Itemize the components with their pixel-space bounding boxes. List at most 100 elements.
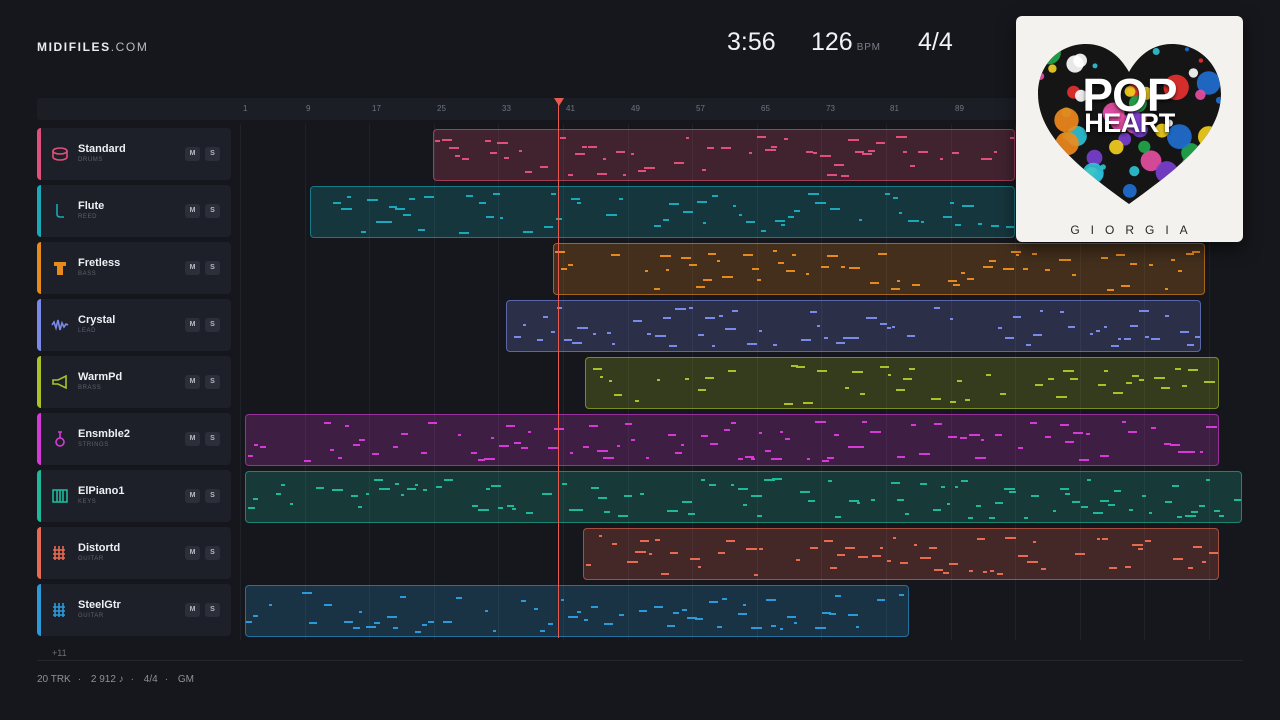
- midi-note: [361, 231, 366, 233]
- midi-note: [933, 509, 941, 511]
- midi-note: [1104, 370, 1108, 372]
- midi-note: [1060, 311, 1064, 313]
- track-header-elpiano1[interactable]: ElPiano1 KEYS M S: [37, 470, 231, 522]
- midi-clip-fretless[interactable]: [553, 243, 1205, 295]
- mute-button[interactable]: M: [185, 318, 200, 332]
- midi-note: [583, 446, 589, 448]
- solo-button[interactable]: S: [205, 432, 220, 446]
- paint-splatter: [1187, 190, 1197, 201]
- midi-note: [1013, 316, 1021, 318]
- midi-clip-warmpd[interactable]: [585, 357, 1219, 409]
- midi-note: [1193, 546, 1202, 548]
- playhead-handle[interactable]: [554, 98, 564, 106]
- midi-note: [785, 438, 790, 440]
- midi-note: [1072, 274, 1076, 276]
- midi-note: [400, 596, 406, 598]
- midi-clip-elpiano1[interactable]: [245, 471, 1242, 523]
- solo-button[interactable]: S: [205, 204, 220, 218]
- midi-clip-distortd[interactable]: [583, 528, 1219, 580]
- midi-note: [1145, 540, 1151, 542]
- mute-button[interactable]: M: [185, 603, 200, 617]
- piano-icon: [51, 487, 69, 505]
- midi-note: [967, 278, 974, 280]
- midi-note: [975, 457, 986, 459]
- midi-note: [1128, 431, 1137, 433]
- midi-clip-flute[interactable]: [310, 186, 1015, 238]
- solo-button[interactable]: S: [205, 603, 220, 617]
- midi-note: [731, 422, 736, 424]
- midi-note: [728, 370, 736, 372]
- midi-note: [830, 567, 837, 569]
- paint-splatter: [1129, 166, 1140, 177]
- midi-note: [858, 556, 868, 558]
- track-header-standard[interactable]: Standard DRUMS M S: [37, 128, 231, 180]
- midi-clip-crystal[interactable]: [506, 300, 1201, 352]
- midi-note: [1206, 479, 1210, 481]
- midi-note: [616, 151, 625, 153]
- midi-note: [1178, 270, 1182, 272]
- solo-button[interactable]: S: [205, 261, 220, 275]
- solo-button[interactable]: S: [205, 546, 220, 560]
- track-header-crystal[interactable]: Crystal LEAD M S: [37, 299, 231, 351]
- midi-note: [1121, 285, 1130, 287]
- track-header-warmpd[interactable]: WarmPd BRASS M S: [37, 356, 231, 408]
- midi-note: [775, 220, 785, 222]
- track-header-flute[interactable]: Flute REED M S: [37, 185, 231, 237]
- midi-clip-ensmble2[interactable]: [245, 414, 1219, 466]
- midi-clip-steelgtr[interactable]: [245, 585, 909, 637]
- midi-note: [910, 165, 915, 167]
- more-tracks-indicator[interactable]: +11: [52, 648, 67, 658]
- midi-note: [1195, 336, 1200, 338]
- midi-note: [955, 224, 961, 226]
- midi-clip-standard[interactable]: [433, 129, 1015, 181]
- midi-note: [612, 543, 617, 545]
- track-header-ensmble2[interactable]: Ensmble2 STRINGS M S: [37, 413, 231, 465]
- midi-note: [619, 198, 623, 200]
- midi-note: [702, 169, 706, 171]
- midi-note: [1108, 504, 1115, 506]
- midi-note: [897, 280, 900, 282]
- midi-note: [253, 498, 258, 500]
- mute-button[interactable]: M: [185, 489, 200, 503]
- note-count: 2 912 ♪: [90, 674, 124, 685]
- midi-note: [564, 339, 572, 341]
- mute-button[interactable]: M: [185, 375, 200, 389]
- midi-note: [673, 612, 679, 614]
- midi-note: [534, 608, 538, 610]
- midi-note: [983, 571, 987, 573]
- track-header-steelgtr[interactable]: SteelGtr GUITAR M S: [37, 584, 231, 636]
- solo-button[interactable]: S: [205, 489, 220, 503]
- solo-button[interactable]: S: [205, 147, 220, 161]
- mute-button[interactable]: M: [185, 546, 200, 560]
- midi-note: [871, 499, 875, 501]
- track-header-fretless[interactable]: Fretless BASS M S: [37, 242, 231, 294]
- midi-note: [841, 266, 845, 268]
- mute-button[interactable]: M: [185, 261, 200, 275]
- midi-note: [345, 425, 349, 427]
- midi-note: [835, 516, 841, 518]
- midi-note: [490, 152, 497, 154]
- solo-button[interactable]: S: [205, 375, 220, 389]
- midi-note: [1130, 325, 1138, 327]
- midi-note: [788, 216, 794, 218]
- track-header-distortd[interactable]: Distortd GUITAR M S: [37, 527, 231, 579]
- midi-note: [780, 628, 783, 630]
- midi-note: [837, 554, 845, 556]
- solo-button[interactable]: S: [205, 318, 220, 332]
- midi-note: [969, 434, 980, 436]
- midi-note: [341, 208, 352, 210]
- track-category: BASS: [78, 271, 97, 277]
- midi-note: [995, 434, 1002, 436]
- mute-button[interactable]: M: [185, 147, 200, 161]
- mute-button[interactable]: M: [185, 432, 200, 446]
- midi-note: [309, 622, 317, 624]
- midi-note: [1219, 515, 1224, 517]
- playhead[interactable]: [558, 104, 559, 638]
- midi-note: [422, 624, 427, 626]
- midi-note: [909, 368, 915, 370]
- midi-note: [934, 569, 943, 571]
- midi-note: [712, 345, 715, 347]
- midi-note: [635, 551, 646, 553]
- midi-note: [773, 344, 777, 346]
- mute-button[interactable]: M: [185, 204, 200, 218]
